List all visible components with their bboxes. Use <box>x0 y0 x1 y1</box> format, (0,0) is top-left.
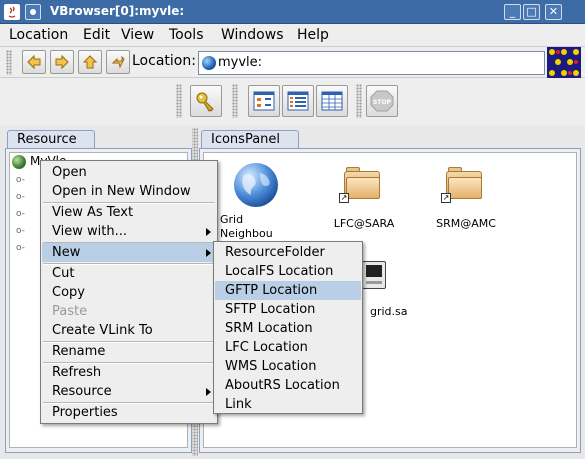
list-view-button[interactable] <box>282 85 314 117</box>
toolbar-grip[interactable] <box>232 84 238 118</box>
submenu-item-resourcefolder[interactable]: ResourceFolder <box>215 243 361 262</box>
menu-item-rename[interactable]: Rename <box>42 342 216 361</box>
menu-item-label: New <box>52 245 81 260</box>
svg-text:STOP: STOP <box>373 99 392 106</box>
context-menu: Open Open in New Window View As Text Vie… <box>40 160 218 424</box>
icon-item[interactable]: grid.sa <box>354 259 414 319</box>
submenu-arrow-icon <box>206 388 211 396</box>
globe-icon <box>202 56 216 70</box>
arrow-up-icon <box>82 55 98 69</box>
toolbar-grip[interactable] <box>6 50 12 75</box>
computer-icon <box>362 261 386 289</box>
menu-item-new[interactable]: New <box>42 243 216 262</box>
stop-icon: STOP <box>370 90 394 112</box>
menu-item-refresh[interactable]: Refresh <box>42 363 216 382</box>
arrow-left-icon <box>27 54 41 70</box>
submenu-item-gftp-location[interactable]: GFTP Location <box>215 281 361 300</box>
navigation-toolbar: Location: myvle: <box>0 46 585 78</box>
menu-item-properties[interactable]: Properties <box>42 403 216 422</box>
title-bar: VBrowser[0]:myvle: _ □ ✕ <box>0 0 585 24</box>
menu-item-open[interactable]: Open <box>42 163 216 182</box>
menu-tools[interactable]: Tools <box>169 27 204 43</box>
toolbar-grip[interactable] <box>356 84 362 118</box>
list-view-icon <box>287 91 309 111</box>
menu-view[interactable]: View <box>121 27 154 43</box>
maximize-button[interactable]: □ <box>523 4 540 20</box>
folder-link-icon: ↗ <box>339 167 382 203</box>
icon-item[interactable]: ↗ SRM@AMC <box>426 161 506 231</box>
folder-link-icon: ↗ <box>441 167 484 203</box>
toolbar-grip[interactable] <box>176 84 182 118</box>
tree-expander[interactable]: o- <box>16 226 25 236</box>
view-toolbar: STOP <box>0 78 585 126</box>
submenu-item-lfc-location[interactable]: LFC Location <box>215 338 361 357</box>
submenu-arrow-icon <box>206 228 211 236</box>
table-view-icon <box>321 91 343 111</box>
tree-expander[interactable]: o- <box>16 209 25 219</box>
icons-view-button[interactable] <box>248 85 280 117</box>
forward-button[interactable] <box>50 50 74 74</box>
submenu-item-wms-location[interactable]: WMS Location <box>215 357 361 376</box>
table-view-button[interactable] <box>316 85 348 117</box>
location-value: myvle: <box>218 55 263 70</box>
submenu-item-sftp-location[interactable]: SFTP Location <box>215 300 361 319</box>
menu-item-copy[interactable]: Copy <box>42 283 216 302</box>
submenu-arrow-icon <box>206 249 211 257</box>
menu-item-label: Resource <box>52 384 112 399</box>
menu-item-create-vlink[interactable]: Create VLink To <box>42 321 216 340</box>
key-icon <box>196 92 214 112</box>
window-menu-icon[interactable] <box>25 4 41 20</box>
icon-item[interactable]: Grid Neighbou rhood <box>216 157 286 254</box>
tree-expander[interactable]: o- <box>16 192 25 202</box>
refresh-icon <box>111 55 125 69</box>
menu-location[interactable]: Location <box>9 27 68 43</box>
close-button[interactable]: ✕ <box>545 4 562 20</box>
submenu-item-srm-location[interactable]: SRM Location <box>215 319 361 338</box>
menu-item-paste[interactable]: Paste <box>42 302 216 321</box>
globe-icon <box>234 163 278 207</box>
refresh-button[interactable] <box>106 50 130 74</box>
minimize-button[interactable]: _ <box>504 4 521 20</box>
stop-button[interactable]: STOP <box>366 85 398 117</box>
submenu-item-localfs-location[interactable]: LocalFS Location <box>215 262 361 281</box>
tab-iconspanel[interactable]: IconsPanel <box>201 130 299 149</box>
menu-bar: Location Edit View Tools Windows Help <box>0 24 585 46</box>
location-field[interactable]: myvle: <box>198 51 545 75</box>
vbrowser-logo <box>547 47 581 78</box>
icon-view-icon <box>253 91 275 111</box>
icon-label: grid.sa <box>370 305 408 318</box>
icon-label: LFC@SARA <box>333 217 395 230</box>
location-label: Location: <box>132 53 196 69</box>
authentication-button[interactable] <box>190 85 222 117</box>
menu-item-view-as-text[interactable]: View As Text <box>42 203 216 222</box>
submenu-item-link[interactable]: Link <box>215 395 361 414</box>
globe-icon <box>12 155 26 169</box>
tree-expander[interactable]: o- <box>16 243 25 253</box>
tree-expander[interactable]: o- <box>16 175 25 185</box>
menu-windows[interactable]: Windows <box>221 27 284 43</box>
icon-item[interactable]: ↗ LFC@SARA <box>324 161 404 231</box>
tab-resource[interactable]: Resource <box>7 130 95 149</box>
menu-item-label: View with... <box>52 224 127 239</box>
java-app-icon[interactable] <box>4 4 20 20</box>
menu-help[interactable]: Help <box>297 27 329 43</box>
window-title: VBrowser[0]:myvle: <box>50 4 185 18</box>
menu-item-open-new-window[interactable]: Open in New Window <box>42 182 216 201</box>
menu-item-cut[interactable]: Cut <box>42 264 216 283</box>
back-button[interactable] <box>22 50 46 74</box>
up-button[interactable] <box>78 50 102 74</box>
new-submenu: ResourceFolder LocalFS Location GFTP Loc… <box>213 241 363 414</box>
menu-item-view-with[interactable]: View with... <box>42 222 216 241</box>
submenu-item-aboutrs-location[interactable]: AboutRS Location <box>215 376 361 395</box>
icon-label: SRM@AMC <box>436 217 496 230</box>
arrow-right-icon <box>55 54 69 70</box>
menu-edit[interactable]: Edit <box>83 27 110 43</box>
menu-item-resource[interactable]: Resource <box>42 382 216 401</box>
